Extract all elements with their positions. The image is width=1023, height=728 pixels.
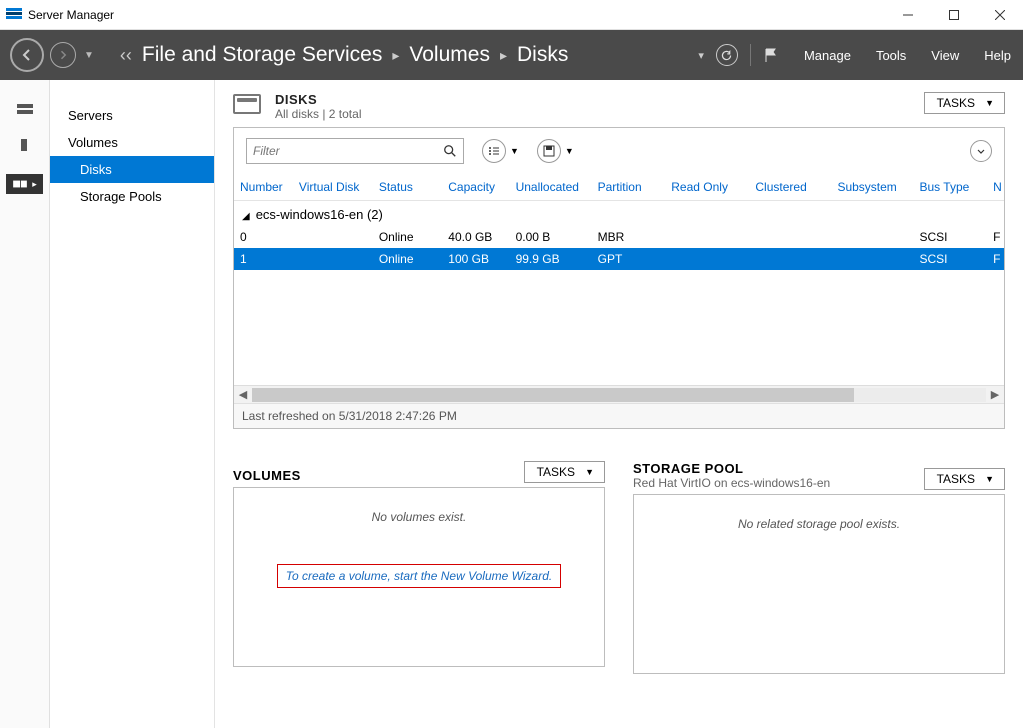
tasks-label: TASKS [937, 96, 975, 110]
save-query-button[interactable] [537, 139, 561, 163]
menu-help[interactable]: Help [984, 48, 1011, 63]
table-row[interactable]: 1 Online 100 GB 99.9 GB GPT SCSI F [234, 248, 1004, 270]
menu-tools[interactable]: Tools [876, 48, 906, 63]
sidebar-item-disks[interactable]: Disks [50, 156, 214, 183]
col-more[interactable]: N [987, 174, 1004, 201]
refresh-button[interactable] [716, 44, 738, 66]
breadcrumb-item[interactable]: Volumes [409, 43, 490, 67]
disks-section-icon [233, 94, 261, 114]
volumes-panel: VOLUMES TASKS ▼ No volumes exist. To cre… [233, 461, 605, 674]
col-number[interactable]: Number [234, 174, 293, 201]
table-row[interactable]: 0 Online 40.0 GB 0.00 B MBR SCSI F [234, 226, 1004, 248]
new-volume-wizard-link[interactable]: To create a volume, start the New Volume… [277, 564, 561, 588]
forward-button[interactable] [50, 42, 76, 68]
chevron-down-icon: ▼ [985, 474, 994, 484]
notifications-flag-icon[interactable] [763, 47, 779, 63]
menu-view[interactable]: View [931, 48, 959, 63]
maximize-button[interactable] [931, 0, 977, 30]
group-label: ecs-windows16-en (2) [256, 207, 383, 222]
storage-pool-title: STORAGE POOL [633, 461, 830, 476]
table-group-row[interactable]: ◢ ecs-windows16-en (2) [234, 201, 1004, 227]
rail-volumes-icon[interactable] [16, 138, 34, 152]
expand-panel-button[interactable] [970, 140, 992, 162]
col-subsystem[interactable]: Subsystem [831, 174, 913, 201]
view-options-button[interactable] [482, 139, 506, 163]
volumes-title: VOLUMES [233, 468, 301, 483]
menu-manage[interactable]: Manage [804, 48, 851, 63]
breadcrumb-separator-icon: ▸ [392, 47, 399, 64]
col-clustered[interactable]: Clustered [749, 174, 831, 201]
chevron-down-icon: ▼ [585, 467, 594, 477]
scrollbar-thumb[interactable] [252, 388, 854, 402]
navigation-bar: ▼ ‹‹ File and Storage Services ▸ Volumes… [0, 30, 1023, 80]
chevron-down-icon[interactable]: ▼ [510, 146, 519, 156]
storage-pool-empty-message: No related storage pool exists. [644, 517, 994, 531]
volumes-tasks-button[interactable]: TASKS ▼ [524, 461, 605, 483]
col-partition[interactable]: Partition [592, 174, 666, 201]
sidebar-item-servers[interactable]: Servers [50, 102, 214, 129]
sidebar-item-storage-pools[interactable]: Storage Pools [50, 183, 214, 210]
breadcrumb-item[interactable]: Disks [517, 43, 568, 67]
col-status[interactable]: Status [373, 174, 442, 201]
disks-subtitle: All disks | 2 total [275, 107, 910, 121]
window-titlebar: Server Manager [0, 0, 1023, 30]
chevron-down-icon[interactable]: ▼ [565, 146, 574, 156]
app-icon [6, 8, 22, 22]
breadcrumb-separator-icon: ▸ [500, 47, 507, 64]
minimize-button[interactable] [885, 0, 931, 30]
col-bus-type[interactable]: Bus Type [913, 174, 987, 201]
filter-input-wrapper [246, 138, 464, 164]
sidebar-item-volumes[interactable]: Volumes [50, 129, 214, 156]
breadcrumb-item[interactable]: File and Storage Services [142, 43, 382, 67]
close-button[interactable] [977, 0, 1023, 30]
nav-separator [750, 44, 751, 66]
rail-servers-icon[interactable] [16, 102, 34, 116]
disks-panel: ▼ ▼ Number [233, 127, 1005, 429]
nav-history-dropdown-icon[interactable]: ▼ [84, 50, 94, 61]
search-icon[interactable] [443, 144, 457, 158]
rail-storage-icon[interactable]: ▸ [6, 174, 43, 194]
storage-pool-panel: STORAGE POOL Red Hat VirtIO on ecs-windo… [633, 461, 1005, 674]
col-virtual-disk[interactable]: Virtual Disk [293, 174, 373, 201]
app-title: Server Manager [28, 8, 114, 22]
disks-tasks-button[interactable]: TASKS ▼ [924, 92, 1005, 114]
col-capacity[interactable]: Capacity [442, 174, 509, 201]
sidebar: Servers Volumes Disks Storage Pools [50, 80, 215, 728]
disks-table: Number Virtual Disk Status Capacity Unal… [234, 174, 1004, 385]
tasks-label: TASKS [937, 472, 975, 486]
horizontal-scrollbar[interactable]: ◀ ▶ [234, 385, 1004, 403]
tasks-label: TASKS [537, 465, 575, 479]
back-button[interactable] [10, 38, 44, 72]
scroll-left-icon[interactable]: ◀ [234, 388, 252, 401]
storage-pool-subtitle: Red Hat VirtIO on ecs-windows16-en [633, 476, 830, 490]
col-unallocated[interactable]: Unallocated [510, 174, 592, 201]
collapse-triangle-icon: ◢ [242, 211, 250, 222]
disks-title: DISKS [275, 92, 910, 107]
volumes-empty-message: No volumes exist. [244, 510, 594, 524]
col-read-only[interactable]: Read Only [665, 174, 749, 201]
breadcrumb-prefix-icon: ‹‹ [120, 45, 132, 66]
scroll-right-icon[interactable]: ▶ [986, 388, 1004, 401]
icon-rail: ▸ [0, 80, 50, 728]
storage-pool-tasks-button[interactable]: TASKS ▼ [924, 468, 1005, 490]
last-refreshed-status: Last refreshed on 5/31/2018 2:47:26 PM [234, 403, 1004, 428]
filter-input[interactable] [253, 144, 443, 158]
nav-dropdown-icon[interactable]: ▾ [698, 49, 704, 62]
window-controls [885, 0, 1023, 30]
breadcrumb: ‹‹ File and Storage Services ▸ Volumes ▸… [120, 43, 568, 67]
chevron-down-icon: ▼ [985, 98, 994, 108]
